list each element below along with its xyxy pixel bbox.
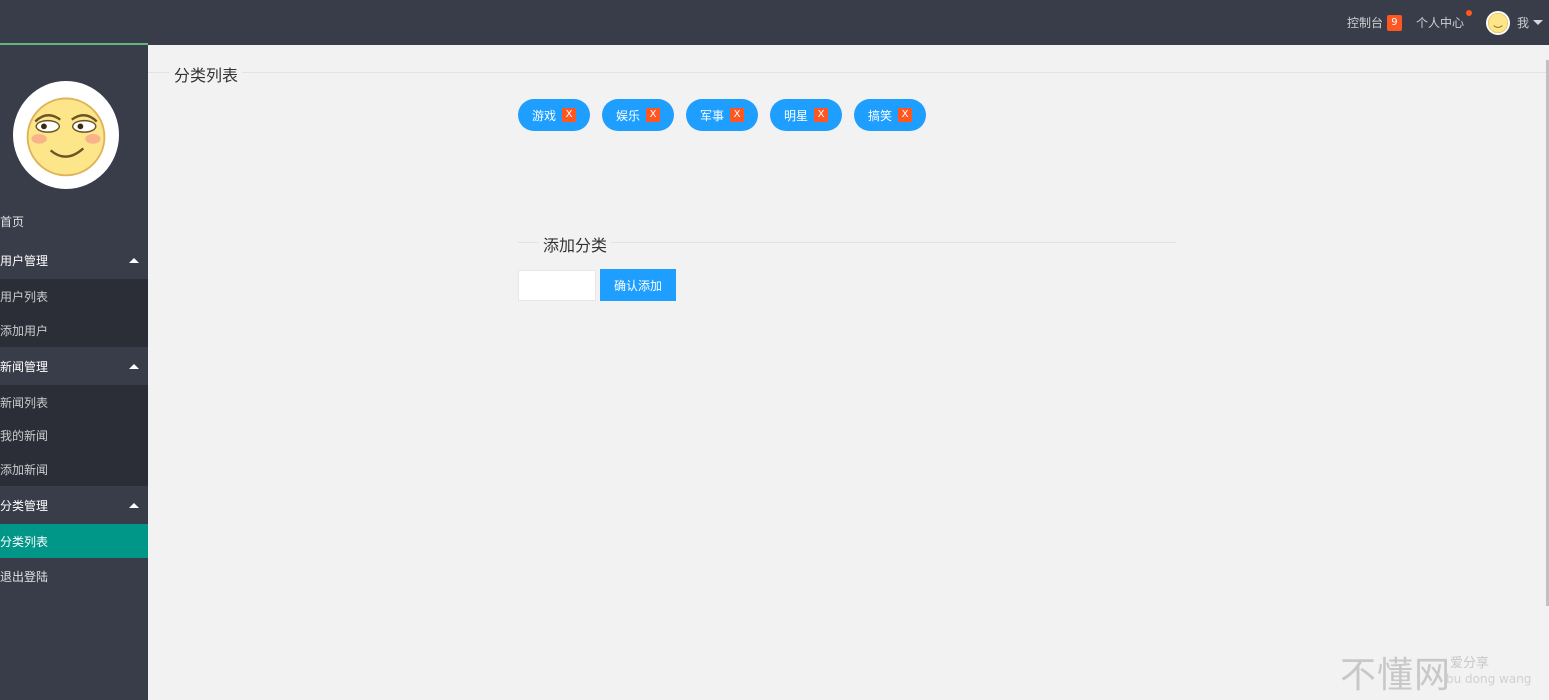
watermark-pinyin: bu dong wang bbox=[1446, 672, 1532, 686]
remove-tag-button[interactable]: X bbox=[646, 108, 660, 122]
sidebar-item-label: 首页 bbox=[0, 214, 25, 229]
sidebar-item-user-list[interactable]: 用户列表 bbox=[0, 279, 148, 313]
category-tag[interactable]: 军事 X bbox=[686, 99, 758, 131]
category-list-title: 分类列表 bbox=[170, 62, 243, 86]
category-tag-label: 搞笑 bbox=[867, 108, 892, 123]
sidebar-item-label: 分类管理 bbox=[0, 498, 49, 513]
sidebar-item-add-user[interactable]: 添加用户 bbox=[0, 313, 148, 347]
category-tag-label: 娱乐 bbox=[615, 108, 640, 123]
sidebar-item-label: 添加用户 bbox=[0, 323, 49, 338]
caret-up-icon bbox=[129, 257, 139, 263]
sidebar-item-add-news[interactable]: 添加新闻 bbox=[0, 452, 148, 486]
sidebar-item-label: 我的新闻 bbox=[0, 429, 49, 443]
smiley-face-icon bbox=[13, 81, 119, 189]
category-tag[interactable]: 搞笑 X bbox=[854, 99, 926, 131]
sidebar-item-home[interactable]: 首页 bbox=[0, 204, 148, 238]
top-header: 控制台 9 个人中心 我 bbox=[0, 0, 1549, 45]
sidebar-item-category-list[interactable]: 分类列表 bbox=[0, 524, 148, 558]
sidebar-group-news-management[interactable]: 新闻管理 bbox=[0, 347, 148, 385]
console-badge: 9 bbox=[1386, 14, 1402, 31]
sidebar-item-label: 用户管理 bbox=[0, 253, 49, 268]
notification-dot bbox=[1465, 10, 1472, 16]
sidebar-item-label: 用户列表 bbox=[0, 289, 49, 304]
header-right-nav: 控制台 9 个人中心 我 bbox=[1347, 0, 1543, 45]
console-label: 控制台 bbox=[1346, 16, 1383, 30]
add-category-title: 添加分类 bbox=[539, 232, 612, 256]
category-tag[interactable]: 游戏 X bbox=[518, 99, 590, 131]
sidebar-item-label: 退出登陆 bbox=[0, 569, 49, 584]
sidebar-item-news-list[interactable]: 新闻列表 bbox=[0, 385, 148, 419]
remove-tag-button[interactable]: X bbox=[898, 108, 912, 122]
sidebar: 首页 用户管理 用户列表 添加用户 新闻管理 新闻列表 我的新闻 添加新闻 分类… bbox=[0, 45, 148, 700]
sidebar-item-label: 新闻列表 bbox=[0, 395, 49, 410]
personal-center-label: 个人中心 bbox=[1415, 16, 1464, 30]
confirm-add-button[interactable]: 确认添加 bbox=[600, 269, 676, 301]
caret-up-icon bbox=[129, 502, 139, 508]
caret-down-icon bbox=[1533, 20, 1543, 25]
category-tag-label: 明星 bbox=[783, 108, 808, 123]
console-link[interactable]: 控制台 9 bbox=[1347, 14, 1402, 31]
user-label: 我 bbox=[1516, 16, 1529, 30]
sidebar-item-label: 新闻管理 bbox=[0, 359, 49, 374]
category-tag-label: 军事 bbox=[699, 108, 724, 123]
category-tag[interactable]: 娱乐 X bbox=[602, 99, 674, 131]
watermark-logo: 不懂网 bbox=[1340, 655, 1452, 696]
user-avatar-icon bbox=[1485, 10, 1510, 35]
sidebar-group-category-management[interactable]: 分类管理 bbox=[0, 486, 148, 524]
category-list-divider bbox=[148, 72, 1546, 73]
category-tag-label: 游戏 bbox=[531, 108, 556, 123]
sidebar-group-user-management[interactable]: 用户管理 bbox=[0, 241, 148, 279]
caret-up-icon bbox=[129, 363, 139, 369]
sidebar-item-logout[interactable]: 退出登陆 bbox=[0, 558, 148, 594]
remove-tag-button[interactable]: X bbox=[562, 108, 576, 122]
remove-tag-button[interactable]: X bbox=[814, 108, 828, 122]
sidebar-item-label: 添加新闻 bbox=[0, 462, 49, 477]
personal-center-link[interactable]: 个人中心 bbox=[1415, 10, 1472, 31]
watermark-tagline: 爱分享 bbox=[1450, 656, 1490, 671]
add-category-divider bbox=[518, 242, 1176, 243]
remove-tag-button[interactable]: X bbox=[730, 108, 744, 122]
sidebar-item-label: 分类列表 bbox=[0, 534, 49, 549]
user-menu[interactable]: 我 bbox=[1485, 10, 1543, 35]
category-name-input[interactable] bbox=[518, 270, 596, 301]
sidebar-item-my-news[interactable]: 我的新闻 bbox=[0, 419, 148, 452]
category-tag[interactable]: 明星 X bbox=[770, 99, 842, 131]
